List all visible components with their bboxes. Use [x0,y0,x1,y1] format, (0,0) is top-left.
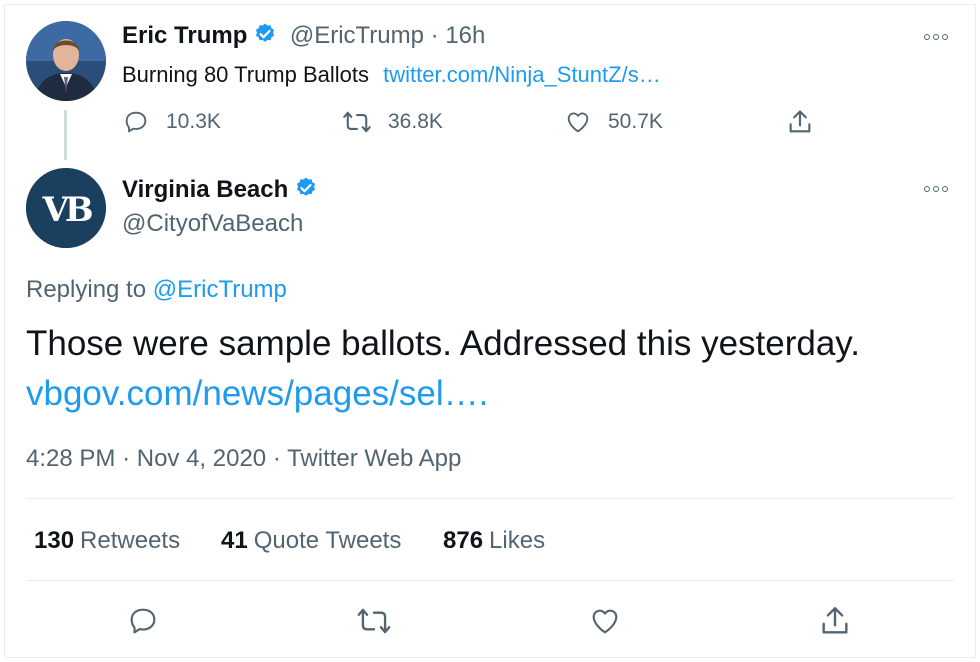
like-button[interactable] [588,604,622,638]
retweets-stat[interactable]: 130 Retweets [34,527,180,555]
replying-to: Replying to @EricTrump [26,276,287,304]
quoted-tweet-header: Eric Trump @EricTrump · 16h [122,22,485,51]
tweet-time[interactable]: 16h [445,22,485,49]
tweet-source[interactable]: Twitter Web App [287,445,461,472]
quote-label: Quote Tweets [253,527,402,554]
share-button[interactable] [786,108,814,136]
divider [26,580,954,581]
heart-icon [564,108,592,136]
more-options-icon[interactable] [924,34,948,40]
retweet-icon [356,604,392,638]
main-tweet-text: Those were sample ballots. Addressed thi… [26,324,860,363]
eric-trump-avatar[interactable] [26,21,106,101]
like-button[interactable]: 50.7K [564,108,663,136]
author-handle[interactable]: @CityofVaBeach [122,210,303,238]
likes-count: 876 [443,527,484,554]
main-tweet-link[interactable]: vbgov.com/news/pages/sel…. [26,374,488,414]
reply-button[interactable] [126,604,160,638]
retweets-count: 130 [34,527,75,554]
verified-badge-icon [253,22,277,51]
heart-icon [588,604,622,638]
retweets-label: Retweets [80,527,181,554]
main-tweet-author: Virginia Beach [122,176,318,205]
tweet-time[interactable]: 4:28 PM [26,445,115,472]
separator: · [423,22,446,49]
like-count: 50.7K [608,110,663,133]
author-handle[interactable]: @EricTrump [290,22,424,49]
tweet-link[interactable]: twitter.com/Ninja_StuntZ/s… [383,62,661,87]
retweet-button[interactable] [356,604,392,638]
more-options-icon[interactable] [924,186,948,192]
vb-monogram: VB [41,190,91,230]
replying-label: Replying to [26,276,147,303]
quote-tweets-stat[interactable]: 41 Quote Tweets [221,527,401,555]
thread-line [64,110,67,160]
likes-stat[interactable]: 876 Likes [443,527,545,555]
share-icon [818,604,852,638]
author-name[interactable]: Virginia Beach [122,176,288,203]
tweet-text: Burning 80 Trump Ballots [122,62,370,87]
quoted-tweet-body: Burning 80 Trump Ballots twitter.com/Nin… [122,62,661,88]
reply-icon [122,108,150,136]
retweet-icon [342,108,372,136]
share-icon [786,108,814,136]
retweet-button[interactable]: 36.8K [342,108,443,136]
reply-count: 10.3K [166,110,221,133]
divider [26,498,954,499]
likes-label: Likes [489,527,546,554]
virginia-beach-avatar[interactable]: VB [26,168,106,248]
meta-dot: · [122,445,131,472]
reply-icon [126,604,160,638]
reply-button[interactable]: 10.3K [122,108,221,136]
tweet-meta: 4:28 PM · Nov 4, 2020 · Twitter Web App [26,445,461,473]
tweet-date[interactable]: Nov 4, 2020 [137,445,266,472]
meta-dot: · [272,445,281,472]
share-button[interactable] [818,604,852,638]
replying-handle[interactable]: @EricTrump [153,276,287,303]
author-name[interactable]: Eric Trump [122,22,247,49]
quote-count: 41 [221,527,248,554]
verified-badge-icon [294,176,318,205]
retweet-count: 36.8K [388,110,443,133]
